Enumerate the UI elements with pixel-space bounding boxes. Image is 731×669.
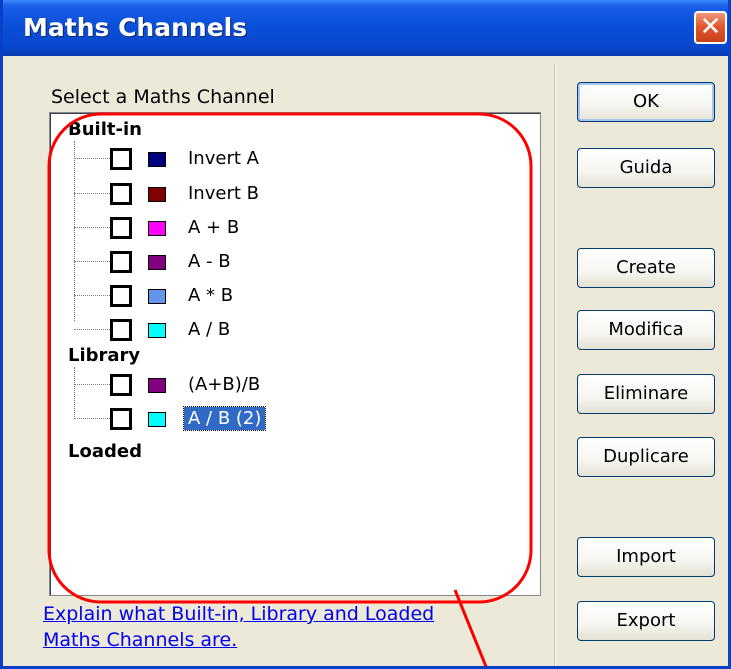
channel-tree[interactable]: Built-in Invert A Invert B A + B A - B A… bbox=[49, 112, 541, 596]
delete-button[interactable]: Eliminare bbox=[577, 374, 715, 414]
channel-checkbox[interactable] bbox=[110, 319, 132, 341]
channel-checkbox[interactable] bbox=[110, 408, 132, 430]
select-channel-label: Select a Maths Channel bbox=[51, 86, 275, 108]
tree-item-a-times-b[interactable]: A * B bbox=[50, 280, 530, 312]
ok-button[interactable]: OK bbox=[577, 82, 715, 122]
channel-checkbox[interactable] bbox=[110, 217, 132, 239]
tree-item-invert-b[interactable]: Invert B bbox=[50, 178, 530, 210]
help-button[interactable]: Guida bbox=[577, 148, 715, 188]
tree-item-a-plus-b-div-b[interactable]: (A+B)/B bbox=[50, 369, 530, 401]
group-library[interactable]: Library bbox=[68, 345, 140, 366]
channel-checkbox[interactable] bbox=[110, 285, 132, 307]
channel-label[interactable]: A - B bbox=[184, 250, 235, 273]
help-link[interactable]: Explain what Built-in, Library and Loade… bbox=[43, 601, 463, 653]
close-button[interactable]: ✕ bbox=[694, 11, 727, 44]
channel-label[interactable]: (A+B)/B bbox=[184, 373, 264, 396]
channel-checkbox[interactable] bbox=[110, 251, 132, 273]
close-icon: ✕ bbox=[699, 12, 722, 42]
channel-label[interactable]: A / B bbox=[184, 318, 234, 341]
color-swatch bbox=[148, 255, 166, 270]
channel-checkbox[interactable] bbox=[110, 148, 132, 170]
window-title: Maths Channels bbox=[23, 13, 248, 42]
tree-item-invert-a[interactable]: Invert A bbox=[50, 143, 530, 175]
channel-label-selected[interactable]: A / B (2) bbox=[182, 406, 267, 431]
channel-label[interactable]: Invert A bbox=[184, 147, 263, 170]
create-button[interactable]: Create bbox=[577, 248, 715, 288]
tree-item-a-minus-b[interactable]: A - B bbox=[50, 246, 530, 278]
color-swatch bbox=[148, 152, 166, 167]
title-bar[interactable]: Maths Channels ✕ bbox=[3, 0, 728, 56]
group-built-in[interactable]: Built-in bbox=[68, 119, 142, 140]
maths-channels-dialog: Maths Channels ✕ Select a Maths Channel … bbox=[0, 0, 731, 669]
channel-label[interactable]: A + B bbox=[184, 216, 243, 239]
tree-item-a-div-b[interactable]: A / B bbox=[50, 314, 530, 346]
tree-item-a-div-b-2[interactable]: A / B (2) bbox=[50, 403, 530, 435]
color-swatch bbox=[148, 412, 166, 427]
edit-button[interactable]: Modifica bbox=[577, 310, 715, 350]
color-swatch bbox=[148, 187, 166, 202]
channel-label[interactable]: Invert B bbox=[184, 182, 263, 205]
channel-checkbox[interactable] bbox=[110, 183, 132, 205]
duplicate-button[interactable]: Duplicare bbox=[577, 437, 715, 477]
tree-item-a-plus-b[interactable]: A + B bbox=[50, 212, 530, 244]
color-swatch bbox=[148, 323, 166, 338]
group-loaded[interactable]: Loaded bbox=[68, 441, 142, 462]
export-button[interactable]: Export bbox=[577, 601, 715, 641]
dialog-body: Select a Maths Channel Built-in Invert A… bbox=[3, 56, 728, 666]
channel-label[interactable]: A * B bbox=[184, 284, 237, 307]
color-swatch bbox=[148, 289, 166, 304]
divider bbox=[554, 64, 556, 666]
channel-checkbox[interactable] bbox=[110, 374, 132, 396]
color-swatch bbox=[148, 378, 166, 393]
color-swatch bbox=[148, 221, 166, 236]
import-button[interactable]: Import bbox=[577, 537, 715, 577]
